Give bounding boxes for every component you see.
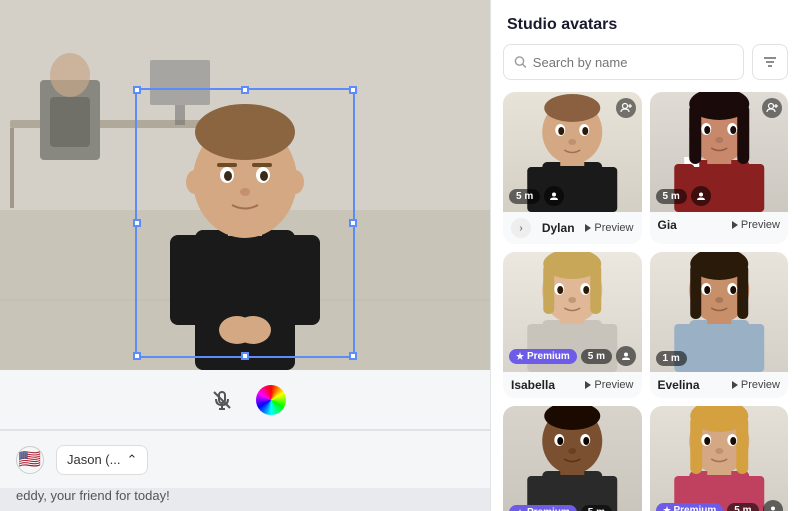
person-icon-isabella	[616, 346, 636, 366]
premium-badge-bottom2: Premium	[656, 503, 724, 511]
person-icon-dylan	[544, 186, 564, 206]
preview-gia[interactable]: Preview	[732, 219, 780, 231]
avatar-name-evelina: Evelina	[658, 378, 700, 392]
person-add-icon-gia	[766, 102, 778, 114]
search-row	[491, 44, 800, 92]
time-badge-gia: 5 m	[656, 189, 687, 204]
avatar-card-bottom1[interactable]: Premium 5 m	[503, 406, 642, 511]
left-panel: 🇺🇸 Jason (... ⌃ eddy, your friend for to…	[0, 0, 490, 511]
avatars-grid: 5 m › Dylan Preview	[491, 92, 800, 511]
avatar-badges-dylan: 5 m	[509, 186, 564, 206]
voice-name: Jason (...	[67, 452, 120, 467]
avatar-footer-gia: Gia Preview	[650, 212, 789, 238]
new-badge-gia	[762, 98, 782, 118]
play-icon-gia	[732, 221, 738, 229]
search-input[interactable]	[533, 55, 733, 70]
time-badge-isabella: 5 m	[581, 349, 612, 364]
color-wheel-button[interactable]	[256, 385, 286, 415]
preview-dylan[interactable]: Preview	[585, 222, 633, 234]
preview-evelina[interactable]: Preview	[732, 379, 780, 391]
play-icon-evelina	[732, 381, 738, 389]
search-box[interactable]	[503, 44, 744, 80]
avatar-footer-isabella: Isabella Preview	[503, 372, 642, 398]
time-badge-bottom1: 5 m	[581, 505, 612, 511]
avatar-badges-bottom1: Premium 5 m	[509, 505, 612, 511]
filter-icon	[763, 55, 777, 69]
avatar-card-dylan[interactable]: 5 m › Dylan Preview	[503, 92, 642, 244]
avatar-image-evelina: 1 m	[650, 252, 789, 372]
mute-button[interactable]	[204, 382, 240, 418]
avatar-name-gia: Gia	[658, 218, 677, 232]
avatar-image-isabella: Premium 5 m	[503, 252, 642, 372]
video-toolbar	[0, 370, 490, 430]
handle-tl[interactable]	[133, 86, 141, 94]
person-icon-bottom2	[763, 500, 783, 511]
avatar-badges-gia: 5 m	[656, 186, 711, 206]
avatar-card-bottom2[interactable]: Premium 5 m	[650, 406, 789, 511]
person-add-icon	[620, 102, 632, 114]
avatar-image-bottom1: Premium 5 m	[503, 406, 642, 511]
avatar-person-bottom1	[503, 406, 642, 511]
avatar-card-isabella[interactable]: Premium 5 m Isabella Preview	[503, 252, 642, 398]
panel-title: Studio avatars	[491, 0, 800, 44]
play-icon-isabella	[585, 381, 591, 389]
handle-ml[interactable]	[133, 219, 141, 227]
script-preview: eddy, your friend for today!	[0, 488, 490, 511]
play-icon-dylan	[585, 224, 591, 232]
handle-tr[interactable]	[349, 86, 357, 94]
mic-slash-icon	[211, 389, 233, 411]
premium-icon	[516, 352, 524, 360]
time-badge-evelina: 1 m	[656, 351, 687, 366]
handle-br[interactable]	[349, 352, 357, 360]
filter-button[interactable]	[752, 44, 788, 80]
time-badge-dylan: 5 m	[509, 189, 540, 204]
avatar-badges-isabella: Premium 5 m	[509, 346, 636, 366]
handle-tm[interactable]	[241, 86, 249, 94]
premium-icon-b2	[663, 506, 671, 511]
avatar-name-isabella: Isabella	[511, 378, 555, 392]
time-badge-bottom2: 5 m	[727, 503, 758, 511]
handle-bm[interactable]	[241, 352, 249, 360]
avatar-card-evelina[interactable]: 1 m Evelina Preview	[650, 252, 789, 398]
avatar-footer-evelina: Evelina Preview	[650, 372, 789, 398]
avatar-image-gia: 5 m	[650, 92, 789, 212]
premium-badge-isabella: Premium	[509, 349, 577, 364]
handle-mr[interactable]	[349, 219, 357, 227]
expand-dylan[interactable]: ›	[511, 218, 531, 238]
preview-isabella[interactable]: Preview	[585, 379, 633, 391]
avatar-image-bottom2: Premium 5 m	[650, 406, 789, 511]
flag-icon: 🇺🇸	[16, 446, 44, 474]
avatar-badges-evelina: 1 m	[656, 351, 687, 366]
video-preview	[0, 0, 490, 370]
premium-badge-bottom1: Premium	[509, 505, 577, 511]
avatar-card-gia[interactable]: 5 m Gia Preview	[650, 92, 789, 244]
person-icon-gia	[691, 186, 711, 206]
search-icon	[514, 55, 527, 69]
new-badge-dylan	[616, 98, 636, 118]
bottom-bar: 🇺🇸 Jason (... ⌃	[0, 430, 490, 488]
avatar-image-dylan: 5 m	[503, 92, 642, 212]
avatar-name-dylan: Dylan	[542, 221, 575, 235]
voice-arrow: ⌃	[126, 452, 137, 468]
avatar-person-bottom2	[650, 406, 789, 511]
avatar-badges-bottom2: Premium 5 m	[656, 500, 783, 511]
voice-selector[interactable]: Jason (... ⌃	[56, 445, 148, 475]
avatar-footer-dylan: › Dylan Preview	[503, 212, 642, 244]
handle-bl[interactable]	[133, 352, 141, 360]
right-panel: Studio avatars	[490, 0, 800, 511]
avatar-selection-box	[135, 88, 355, 358]
